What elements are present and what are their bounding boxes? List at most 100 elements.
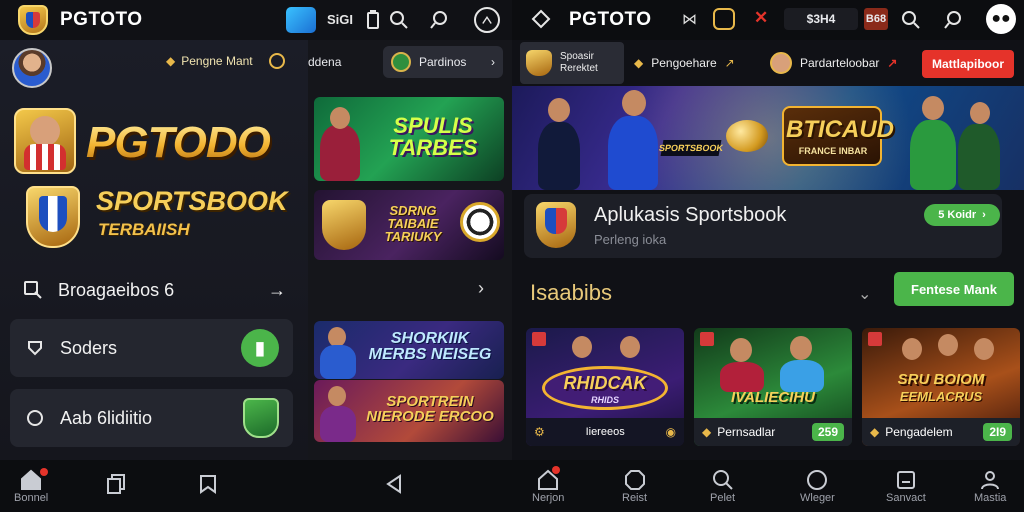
chevron-right-icon[interactable]: › xyxy=(478,278,484,299)
tab-sportsbook[interactable]: Spoasir Rerektet xyxy=(520,42,624,84)
hero-title-wrap: PGTODO xyxy=(86,118,271,168)
game-subtitle: EEMLACRUS xyxy=(899,389,983,404)
shield-icon xyxy=(322,200,366,250)
bottom-nav-pages[interactable] xyxy=(104,472,128,496)
bottom-nav-label: Pelet xyxy=(710,492,736,504)
promo-card-2[interactable]: SDRNG TAIBAIE TARIUKY xyxy=(314,190,504,260)
chip-left[interactable]: ddena xyxy=(308,46,378,78)
tab-pardarteloobar[interactable]: Pardarteloobar ↗ xyxy=(770,42,920,84)
hero-banner[interactable]: SPORTSBOOK BTICAUD FRANCE INBAR xyxy=(512,86,1024,190)
mascot-head xyxy=(30,116,60,146)
bottom-nav-chat[interactable] xyxy=(196,472,220,496)
link-icon[interactable]: ⋈ xyxy=(682,10,697,28)
game-card-1[interactable]: RHIDCAK RHIDS ⚙ Iiereeos ◉ xyxy=(526,328,684,446)
tag-icon: ◆ xyxy=(702,425,712,439)
tab-pengoehare[interactable]: ◆ Pengoehare ↗ xyxy=(634,42,754,84)
drawer-pill-label: Pengne Mant xyxy=(181,54,253,68)
medal-icon: ◉ xyxy=(665,425,676,439)
shield-outline-icon xyxy=(24,337,46,359)
drawer-menu-item-1[interactable]: Broagaeibos 6 → xyxy=(8,268,300,312)
balance-chip[interactable]: $3H4 xyxy=(784,8,858,30)
live-badge-icon xyxy=(868,332,882,346)
location-search-icon[interactable] xyxy=(942,9,964,31)
shield-stripes xyxy=(39,196,67,232)
user-avatar[interactable] xyxy=(12,48,52,88)
live-badge-icon xyxy=(532,332,546,346)
profile-icon[interactable] xyxy=(474,7,500,33)
left-screen: PGTOTO SiGI ddena Pardinos › SPULIS TARB… xyxy=(0,0,512,512)
chevron-right-icon: › xyxy=(982,209,986,221)
player-head xyxy=(328,327,346,347)
game-card-2[interactable]: IVALIECIHU ◆ Pernsadlar 259 xyxy=(694,328,852,446)
ticket-icon xyxy=(896,471,915,489)
drawer-pill[interactable]: ◆ Pengne Mant xyxy=(166,53,285,69)
ball-icon xyxy=(807,470,828,490)
promo-card-3[interactable]: SHORKIIK MERBS NEISEG xyxy=(314,321,504,379)
drawer-menu-item-3[interactable]: Aab 6lidiitio xyxy=(10,389,293,447)
right-screen: PGTOTO ⋈ ✕ $3H4 B68 ●● Spoasir Rerektet … xyxy=(512,0,1024,512)
chevron-down-icon[interactable]: ⌄ xyxy=(858,284,871,304)
bottom-nav-wager[interactable]: Wleger xyxy=(800,468,835,504)
hero-mascot-icon xyxy=(14,108,76,174)
drawer-menu-item-2[interactable]: Soders ▮ xyxy=(10,319,293,377)
player-figure xyxy=(320,406,356,442)
location-search-icon[interactable] xyxy=(428,9,450,31)
bottom-nav-label: Bonnel xyxy=(14,492,49,504)
profile-icon[interactable]: ●● xyxy=(986,4,1016,34)
arrow-icon: ↗ xyxy=(887,56,898,70)
promo-card-1[interactable]: SPULIS TARBES xyxy=(314,97,504,181)
game-card-3[interactable]: SRU BOIOM EEMLACRUS ◆ Pengadelem 2I9 xyxy=(862,328,1020,446)
game-title: SRU BOIOM xyxy=(897,371,985,388)
player-figure xyxy=(608,116,658,190)
promo-title: SHORKIIK MERBS NEISEG xyxy=(368,330,492,363)
promo-title: SPORTREIN NIERODE ERCOO xyxy=(366,393,494,425)
close-alert-icon[interactable]: ✕ xyxy=(754,8,768,28)
player-figure xyxy=(320,125,360,181)
promo-card-4[interactable]: SPORTREIN NIERODE ERCOO xyxy=(314,380,504,442)
brand-title: PGTOTO xyxy=(60,9,143,30)
battery-icon xyxy=(362,9,384,31)
bottom-nav-label: Mastia xyxy=(974,492,1007,504)
bottom-nav-label: Reist xyxy=(622,492,648,504)
player-head xyxy=(548,98,570,122)
badge-icon[interactable] xyxy=(713,8,735,30)
player-figure xyxy=(910,120,956,190)
bottom-nav-reist[interactable]: Reist xyxy=(622,468,647,504)
octagon-icon xyxy=(624,470,645,490)
player-head xyxy=(974,338,994,360)
search-icon[interactable] xyxy=(388,9,410,31)
tag-icon: ◆ xyxy=(634,56,644,70)
chip-pardinos[interactable]: Pardinos › xyxy=(383,46,503,78)
player-figure xyxy=(780,360,824,392)
trophy-icon xyxy=(726,120,768,152)
app-card-badge[interactable]: 5 Koidr › xyxy=(924,204,1000,226)
game-title: IVALIECIHU xyxy=(731,389,815,406)
arrow-right-icon: → xyxy=(268,279,286,300)
app-card[interactable]: Aplukasis Sportsbook Perleng ioka 5 Koid… xyxy=(524,194,1002,258)
bottom-nav-profile[interactable]: Mastia xyxy=(974,468,1006,504)
cta-button[interactable]: Mattlapiboor xyxy=(922,50,1014,78)
bottom-nav-back[interactable] xyxy=(382,472,406,496)
player-head xyxy=(328,386,346,406)
live-badge-icon xyxy=(700,332,714,346)
shield-stripes xyxy=(545,208,567,234)
section-button[interactable]: Fentese Mank xyxy=(894,272,1014,306)
tab-label: Pardarteloobar xyxy=(800,56,880,70)
search-icon[interactable] xyxy=(900,9,922,31)
bottom-nav-service[interactable]: Sanvact xyxy=(886,468,926,504)
bottom-nav-search[interactable]: Pelet xyxy=(710,468,735,504)
hero-caption: TERBAIISH xyxy=(98,220,190,239)
avatar-icon xyxy=(770,52,792,74)
game-footer: ⚙ Iiereeos ◉ xyxy=(526,418,684,446)
promo-thumbnail-icon[interactable] xyxy=(286,7,316,33)
player-head xyxy=(922,96,944,120)
chevron-right-icon: › xyxy=(491,55,495,69)
bottom-nav-home[interactable]: Nerjon xyxy=(532,468,564,504)
diamond-icon xyxy=(530,8,552,30)
bottom-nav: Nerjon Reist Pelet Wleger Sanvact Mastia xyxy=(512,460,1024,512)
tab-label-bottom: Rerektet xyxy=(560,63,598,74)
section-title: Isaabibs xyxy=(530,280,612,305)
game-footer: ◆ Pernsadlar 259 xyxy=(694,418,852,446)
app-card-title: Aplukasis Sportsbook xyxy=(594,204,787,226)
player-head xyxy=(330,107,350,129)
